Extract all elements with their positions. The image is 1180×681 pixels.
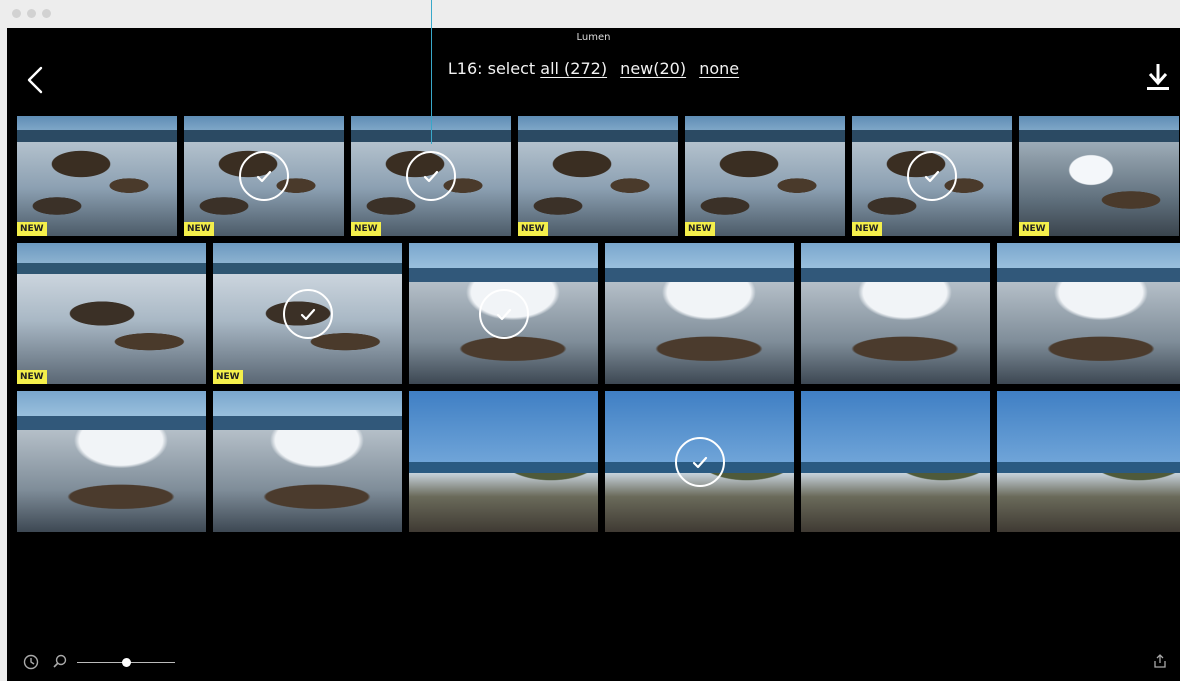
photo-sea: [852, 130, 1012, 143]
close-window-button[interactable]: [12, 9, 21, 18]
photo-thumbnail[interactable]: NEW: [17, 116, 177, 236]
magnifier-icon[interactable]: [52, 653, 68, 669]
photo-sky: [997, 391, 1180, 462]
new-badge: NEW: [184, 222, 214, 236]
photo-thumbnail[interactable]: NEW: [685, 116, 845, 236]
selected-check-circle[interactable]: [674, 436, 725, 487]
photo-row: NEW NEW NEW NEW NEW NEW NEW: [17, 116, 1179, 236]
selected-check-circle[interactable]: [907, 151, 957, 201]
selected-check-circle[interactable]: [478, 288, 529, 339]
photo-sea: [1019, 130, 1179, 143]
photo-sky: [801, 391, 990, 462]
checkmark-icon: [496, 308, 511, 320]
photo-sea: [213, 262, 402, 274]
photo-sky: [997, 243, 1180, 269]
photo-sky: [801, 243, 990, 269]
photo-sea: [213, 416, 402, 431]
photo-sky: [409, 391, 598, 462]
photo-sea: [17, 416, 206, 431]
photo-thumbnail[interactable]: NEW: [213, 243, 402, 384]
photo-thumbnail[interactable]: NEW: [184, 116, 344, 236]
photo-row: NEW NEW: [17, 243, 1180, 384]
select-none-link[interactable]: none: [699, 59, 739, 78]
photo-sea: [17, 262, 206, 274]
photo-thumbnail[interactable]: [801, 391, 990, 532]
photo-sea: [997, 268, 1180, 283]
zoom-slider[interactable]: [77, 658, 175, 667]
new-badge: NEW: [213, 370, 243, 384]
photo-thumbnail[interactable]: [409, 391, 598, 532]
bottom-toolbar: [7, 641, 1180, 681]
photo-thumbnail[interactable]: [409, 243, 598, 384]
header-prefix: L16: select: [447, 59, 536, 78]
new-badge: NEW: [1019, 222, 1049, 236]
photo-thumbnail[interactable]: [213, 391, 402, 532]
photo-thumbnail[interactable]: [997, 243, 1180, 384]
photo-thumbnail[interactable]: [605, 391, 794, 532]
photo-sea: [518, 130, 678, 143]
app-window: Lumen L16: select all (272) new(20) none…: [7, 28, 1180, 681]
photo-sky: [213, 391, 402, 417]
selected-check-circle[interactable]: [239, 151, 289, 201]
photo-sky: [17, 391, 206, 417]
photo-sky: [852, 116, 1012, 131]
zoom-window-button[interactable]: [42, 9, 51, 18]
clock-icon[interactable]: [23, 654, 39, 670]
photo-sky: [184, 116, 344, 131]
photo-thumbnail[interactable]: [17, 391, 206, 532]
photo-sea: [997, 461, 1180, 473]
checkmark-icon: [924, 170, 940, 183]
photo-sky: [518, 116, 678, 131]
photo-sky: [17, 116, 177, 131]
photo-thumbnail[interactable]: NEW: [518, 116, 678, 236]
new-badge: NEW: [351, 222, 381, 236]
photo-thumbnail[interactable]: NEW: [852, 116, 1012, 236]
photo-thumbnail[interactable]: [801, 243, 990, 384]
photo-thumbnail[interactable]: [997, 391, 1180, 532]
photo-row: [17, 391, 1180, 532]
photo-sky: [1019, 116, 1179, 131]
photo-thumbnail[interactable]: NEW: [1019, 116, 1179, 236]
checkmark-icon: [300, 308, 315, 320]
photo-sea: [409, 268, 598, 283]
photo-sea: [801, 268, 990, 283]
select-all-link[interactable]: all (272): [540, 59, 607, 78]
checkmark-icon: [256, 170, 272, 183]
window-title: Lumen: [576, 32, 611, 43]
photo-thumbnail[interactable]: [605, 243, 794, 384]
photo-sea: [605, 268, 794, 283]
photo-grid: NEW NEW NEW NEW NEW NEW NEW NEW NEW: [17, 116, 1180, 539]
photo-sea: [17, 130, 177, 143]
download-button[interactable]: [1146, 62, 1170, 92]
window-controls[interactable]: [12, 9, 51, 18]
download-icon: [1147, 64, 1169, 90]
select-new-link[interactable]: new(20): [620, 59, 686, 78]
photo-sky: [685, 116, 845, 131]
photo-sea: [685, 130, 845, 143]
cursor-guide-line: [431, 0, 432, 144]
photo-sky: [213, 243, 402, 263]
share-icon[interactable]: [1152, 653, 1168, 669]
new-badge: NEW: [17, 222, 47, 236]
checkmark-icon: [423, 170, 439, 183]
zoom-slider-knob[interactable]: [121, 658, 131, 667]
minimize-window-button[interactable]: [27, 9, 36, 18]
new-badge: NEW: [518, 222, 548, 236]
selected-check-circle[interactable]: [406, 151, 456, 201]
checkmark-icon: [692, 456, 707, 468]
photo-sky: [605, 243, 794, 269]
selected-check-circle[interactable]: [282, 288, 333, 339]
new-badge: NEW: [17, 370, 47, 384]
window-titlebar[interactable]: [0, 0, 1180, 28]
photo-sea: [184, 130, 344, 143]
selection-header: L16: select all (272) new(20) none: [7, 59, 1180, 78]
new-badge: NEW: [852, 222, 882, 236]
photo-sky: [17, 243, 206, 263]
photo-sky: [409, 243, 598, 269]
photo-sea: [801, 461, 990, 473]
photo-sea: [409, 461, 598, 473]
new-badge: NEW: [685, 222, 715, 236]
photo-thumbnail[interactable]: NEW: [17, 243, 206, 384]
